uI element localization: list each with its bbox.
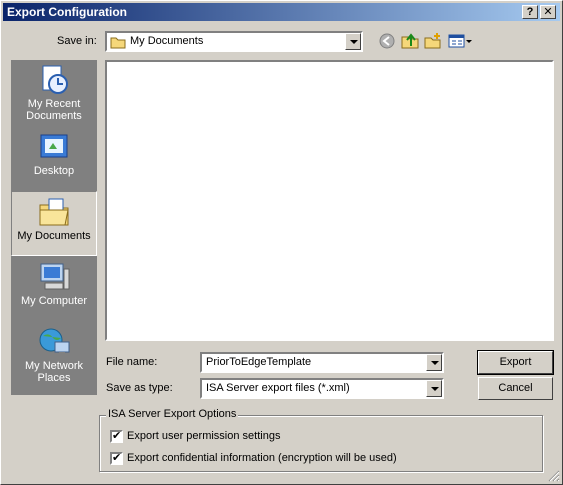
- save-as-type-value: ISA Server export files (*.xml): [206, 382, 350, 394]
- export-options-legend: ISA Server Export Options: [106, 408, 239, 420]
- recent-documents-icon: [42, 65, 68, 94]
- confidential-info-label[interactable]: Export confidential information (encrypt…: [127, 452, 397, 464]
- place-label: My Network Places: [24, 360, 84, 384]
- network-places-icon: [39, 328, 70, 355]
- place-label: My Documents: [17, 230, 91, 242]
- export-button[interactable]: Export: [477, 350, 554, 375]
- save-in-value: My Documents: [130, 35, 204, 47]
- desktop-icon: [40, 134, 68, 158]
- back-icon[interactable]: [378, 32, 396, 50]
- my-computer-icon: [40, 263, 70, 290]
- place-my-computer[interactable]: My Computer: [11, 257, 97, 322]
- user-permissions-label[interactable]: Export user permission settings: [127, 430, 280, 442]
- file-list[interactable]: [105, 60, 554, 341]
- place-desktop[interactable]: Desktop: [11, 127, 97, 192]
- resize-grip-icon[interactable]: [548, 470, 560, 482]
- file-name-dropdown-arrow[interactable]: [426, 354, 442, 371]
- place-my-documents[interactable]: My Documents: [11, 191, 97, 256]
- confidential-info-checkbox[interactable]: ✔: [110, 452, 123, 465]
- up-folder-icon[interactable]: [401, 32, 419, 50]
- new-folder-icon[interactable]: [424, 32, 442, 50]
- cancel-button[interactable]: Cancel: [478, 377, 553, 400]
- user-permissions-checkbox[interactable]: ✔: [110, 430, 123, 443]
- save-as-type-dropdown[interactable]: ISA Server export files (*.xml): [200, 378, 444, 399]
- export-dialog: Export Configuration ? ✕ Save in: My Doc…: [0, 0, 563, 485]
- export-options-group: ISA Server Export Options ✔ Export user …: [99, 408, 543, 472]
- save-in-dropdown-arrow[interactable]: [345, 33, 361, 50]
- my-documents-icon: [39, 198, 69, 226]
- title-bar[interactable]: Export Configuration ? ✕: [3, 3, 560, 21]
- file-name-value: PriorToEdgeTemplate: [206, 356, 312, 368]
- save-in-dropdown[interactable]: My Documents: [105, 31, 363, 52]
- place-recent-documents[interactable]: My Recent Documents: [11, 60, 97, 125]
- places-bar: My Recent Documents Desktop My Documents: [11, 60, 97, 395]
- folder-icon: [110, 37, 126, 49]
- save-as-type-dropdown-arrow[interactable]: [426, 380, 442, 397]
- file-name-input[interactable]: PriorToEdgeTemplate: [200, 352, 444, 373]
- save-in-label: Save in:: [57, 35, 97, 47]
- save-as-type-label: Save as type:: [106, 382, 173, 394]
- view-menu-icon[interactable]: [448, 32, 474, 50]
- dialog-title: Export Configuration: [7, 5, 127, 19]
- place-network-places[interactable]: My Network Places: [11, 322, 97, 394]
- help-button[interactable]: ?: [522, 5, 538, 19]
- place-label: My Recent Documents: [26, 98, 82, 122]
- file-name-label: File name:: [106, 356, 158, 368]
- place-label: My Computer: [20, 295, 88, 307]
- close-button[interactable]: ✕: [540, 5, 556, 19]
- place-label: Desktop: [33, 165, 75, 177]
